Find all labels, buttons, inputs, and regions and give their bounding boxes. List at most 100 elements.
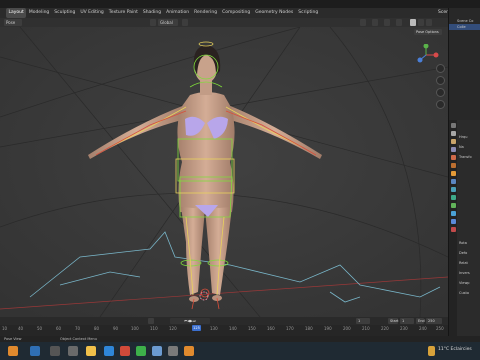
- sun-icon: [428, 346, 435, 356]
- timeline-ruler[interactable]: 10 40 50 60 70 80 90 100 110 120 130 140…: [0, 325, 448, 336]
- playhead-frame[interactable]: 125: [192, 325, 201, 331]
- outliner-header: [449, 8, 480, 18]
- chrome-icon[interactable]: [136, 346, 146, 356]
- bone-constraint-tab-icon[interactable]: [450, 219, 456, 224]
- relations-section[interactable]: Relat: [459, 260, 468, 266]
- current-frame-field[interactable]: 1: [356, 318, 370, 324]
- search-icon[interactable]: [50, 346, 60, 356]
- zoom-icon[interactable]: [436, 64, 445, 73]
- transform-pivot-icon[interactable]: [150, 19, 156, 26]
- frame-tick: 140: [229, 326, 237, 331]
- xray-icon[interactable]: [396, 19, 402, 26]
- frame-tick: 250: [436, 326, 444, 331]
- transform-section[interactable]: Transfo: [459, 154, 472, 160]
- perspective-grid-icon[interactable]: [436, 100, 445, 109]
- frame-tick: 200: [343, 326, 351, 331]
- properties-tabs: [449, 120, 457, 336]
- tab-shading[interactable]: Shading: [140, 8, 163, 18]
- frame-tick: 240: [419, 326, 427, 331]
- modifier-tab-icon[interactable]: [450, 179, 456, 184]
- camera-icon[interactable]: [436, 88, 445, 97]
- tab-uv-editing[interactable]: UV Editing: [78, 8, 106, 18]
- constraint-tab-icon[interactable]: [450, 195, 456, 200]
- task-view-icon[interactable]: [68, 346, 78, 356]
- record-icon[interactable]: [148, 318, 154, 324]
- edge-browser-icon[interactable]: [104, 346, 114, 356]
- frame-tick: 230: [400, 326, 408, 331]
- physics-tab-icon[interactable]: [450, 187, 456, 192]
- orientation-dropdown[interactable]: Global: [158, 19, 178, 26]
- inverse-kinematics-section[interactable]: Invers: [459, 270, 470, 276]
- overlay-icon[interactable]: [384, 19, 390, 26]
- app-icon[interactable]: [168, 346, 178, 356]
- outliner-panel: Scene Co Colle: [448, 8, 480, 120]
- frame-tick: 210: [362, 326, 370, 331]
- bone-tab-icon[interactable]: [450, 211, 456, 216]
- frame-tick: 150: [248, 326, 256, 331]
- mail-icon[interactable]: [120, 346, 130, 356]
- viewport-display-section[interactable]: Viewp: [459, 280, 470, 286]
- frame-tick: 10: [2, 326, 8, 331]
- active-bone-name[interactable]: Hrqu: [459, 134, 467, 140]
- store-icon[interactable]: [152, 346, 162, 356]
- view-object-types-icon[interactable]: [360, 19, 366, 26]
- frame-tick: 190: [324, 326, 332, 331]
- pose-options-dropdown[interactable]: Pose Options: [414, 29, 442, 35]
- weather-widget-icon[interactable]: [8, 346, 18, 356]
- data-tab-icon[interactable]: [450, 203, 456, 208]
- tab-compositing[interactable]: Compositing: [220, 8, 253, 18]
- file-explorer-icon[interactable]: [86, 346, 96, 356]
- frame-tick: 170: [286, 326, 294, 331]
- weather-text: 11°C Eclaircies: [438, 347, 472, 352]
- material-shading-icon[interactable]: [418, 19, 424, 26]
- gizmo-icon[interactable]: [372, 19, 378, 26]
- viewport-header: Pose Global: [0, 18, 448, 27]
- end-frame-field[interactable]: 250: [426, 318, 442, 324]
- world-tab-icon[interactable]: [450, 163, 456, 168]
- viewport-navigation-buttons: [436, 64, 446, 112]
- deform-section[interactable]: Defo: [459, 250, 467, 256]
- render-tab-icon[interactable]: [450, 131, 456, 136]
- bone-name-field[interactable]: Na: [459, 144, 464, 150]
- tab-scripting[interactable]: Scripting: [296, 8, 321, 18]
- start-frame-label: Start: [388, 318, 399, 324]
- tool-tab-icon[interactable]: [450, 123, 456, 128]
- tab-rendering[interactable]: Rendering: [192, 8, 220, 18]
- tab-texture-paint[interactable]: Texture Paint: [106, 8, 140, 18]
- frame-tick: 60: [56, 326, 62, 331]
- tab-geometry-nodes[interactable]: Geometry Nodes: [253, 8, 296, 18]
- 3d-viewport[interactable]: [0, 27, 448, 317]
- frame-tick: 130: [210, 326, 218, 331]
- tab-modeling[interactable]: Modeling: [26, 8, 51, 18]
- tab-animation[interactable]: Animation: [164, 8, 192, 18]
- tab-layout[interactable]: Layout: [6, 8, 27, 18]
- rendered-shading-icon[interactable]: [426, 19, 432, 26]
- playback-controls[interactable]: ⏮◀▶⏭: [170, 318, 210, 324]
- frame-tick: 40: [18, 326, 24, 331]
- material-tab-icon[interactable]: [450, 227, 456, 232]
- pan-hand-icon[interactable]: [436, 76, 445, 85]
- rotation-section[interactable]: Rota: [459, 240, 467, 246]
- snap-icon[interactable]: [182, 19, 188, 26]
- frame-tick: 50: [37, 326, 43, 331]
- scene-tab-icon[interactable]: [450, 155, 456, 160]
- workspace-tabs: Layout Modeling Sculpting UV Editing Tex…: [0, 8, 480, 18]
- navigation-gizmo[interactable]: [412, 44, 442, 66]
- mode-dropdown[interactable]: Pose: [4, 19, 22, 26]
- object-tab-icon[interactable]: [450, 171, 456, 176]
- start-frame-field[interactable]: 1: [400, 318, 414, 324]
- frame-tick: 160: [267, 326, 275, 331]
- output-tab-icon[interactable]: [450, 139, 456, 144]
- outliner-row[interactable]: [449, 84, 480, 90]
- start-button-icon[interactable]: [30, 346, 40, 356]
- view-layer-tab-icon[interactable]: [450, 147, 456, 152]
- blender-taskbar-icon[interactable]: [184, 346, 194, 356]
- solid-shading-icon[interactable]: [410, 19, 416, 26]
- blender-window: Layout Modeling Sculpting UV Editing Tex…: [0, 0, 480, 360]
- frame-tick: 180: [305, 326, 313, 331]
- tab-sculpting[interactable]: Sculpting: [52, 8, 78, 18]
- os-taskbar: [0, 342, 480, 360]
- viewport-scene: [0, 27, 448, 317]
- end-frame-label: End: [416, 318, 425, 324]
- custom-properties-section[interactable]: Custo: [459, 290, 469, 296]
